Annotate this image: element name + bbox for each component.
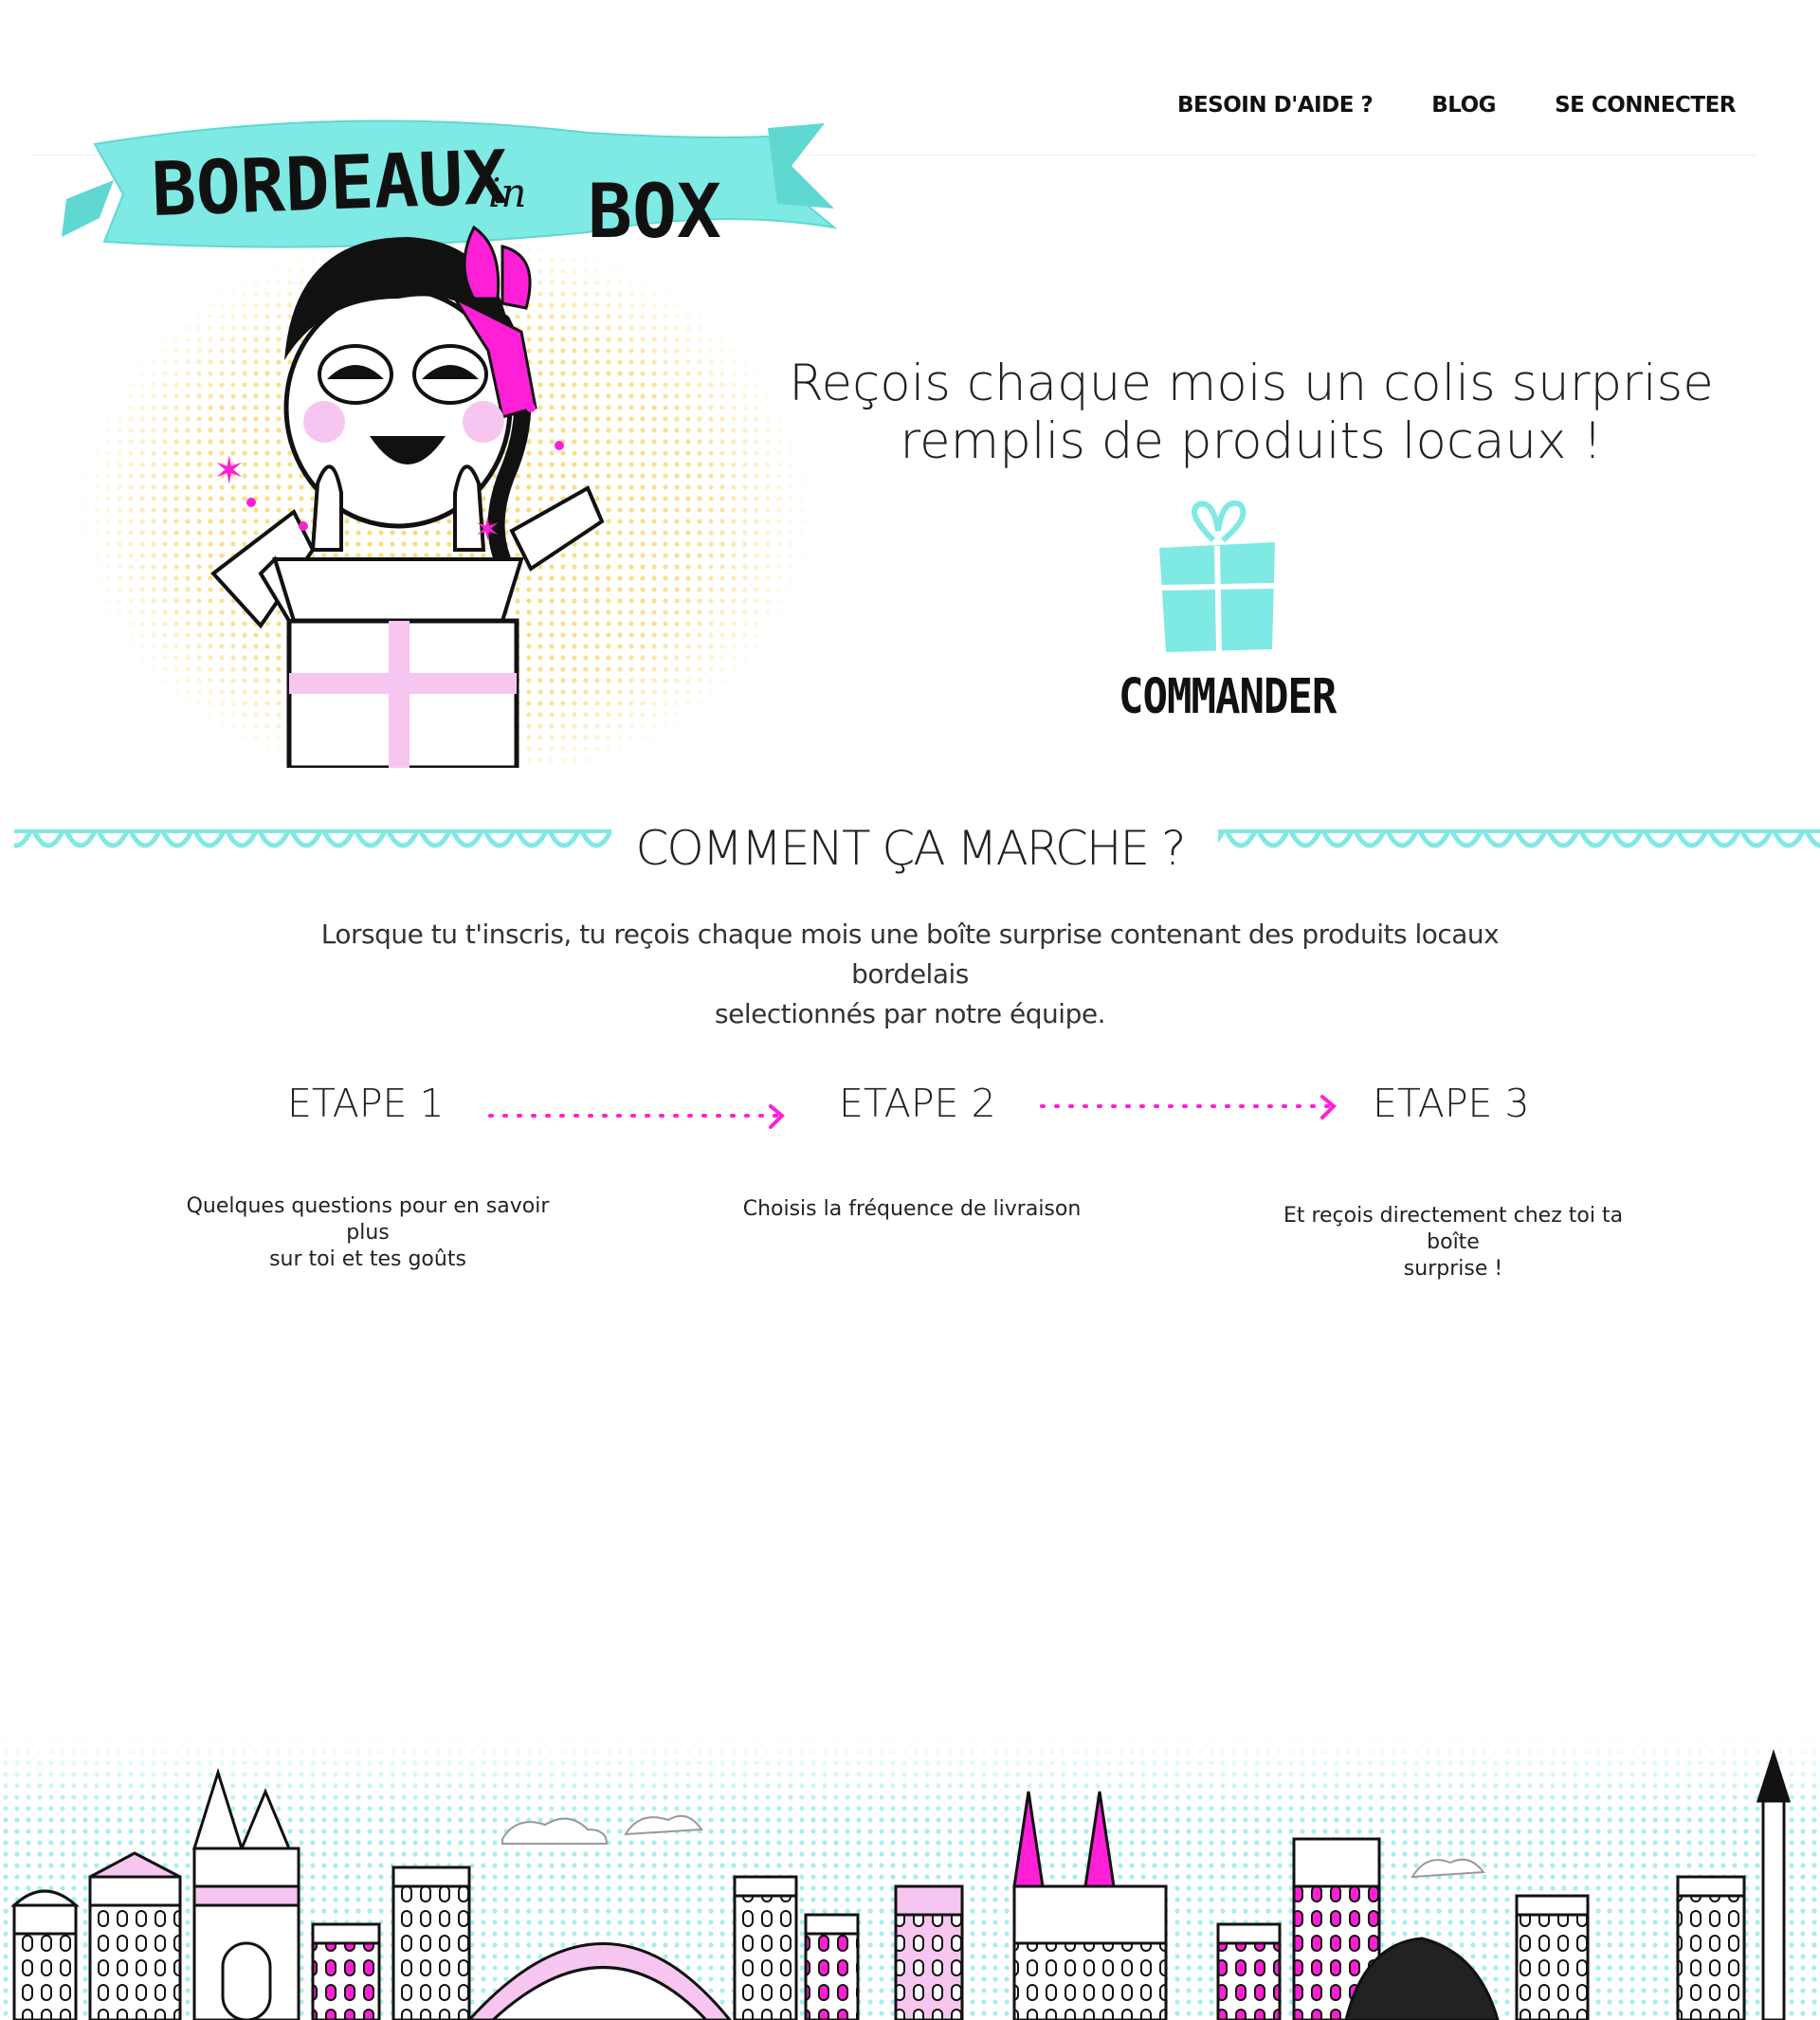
hero-tagline: Reçois chaque mois un colis surprise rem… [777, 355, 1725, 470]
tagline-line-1: Reçois chaque mois un colis surprise [789, 355, 1714, 412]
step-3-description: Et reçois directement chez toi ta boîte … [1254, 1203, 1652, 1283]
how-it-works-header: COMMENT ÇA MARCHE ? [0, 810, 1820, 886]
bordeaux-skyline-illustration [0, 1735, 1820, 2020]
hero-illustration: BORDEAUX in BOX ✶ ✶ [62, 119, 838, 768]
nav-help-link[interactable]: BESOIN D'AIDE ? [1177, 93, 1374, 118]
step-1-desc-line-2: sur toi et tes goûts [269, 1247, 466, 1271]
step-3-desc-line-1: Et reçois directement chez toi ta boîte [1283, 1204, 1624, 1254]
gift-icon [1159, 500, 1275, 653]
svg-text:✶: ✶ [474, 511, 501, 549]
brand-logo[interactable]: BORDEAUX in BOX [62, 119, 838, 256]
intro-line-1: Lorsque tu t'inscris, tu reçois chaque m… [320, 919, 1500, 990]
step-1-arrow-icon [488, 1104, 785, 1129]
intro-line-2: selectionnés par notre équipe. [715, 998, 1105, 1029]
step-2-desc-line-1: Choisis la fréquence de livraison [742, 1197, 1082, 1221]
how-it-works-intro: Lorsque tu t'inscris, tu reçois chaque m… [265, 915, 1555, 1034]
step-2-description: Choisis la fréquence de livraison [713, 1196, 1111, 1223]
svg-text:✶: ✶ [213, 449, 246, 493]
logo-word-box: BOX [588, 170, 721, 255]
tagline-line-2: remplis de produits locaux ! [900, 412, 1603, 470]
nav-blog-link[interactable]: BLOG [1431, 93, 1496, 118]
step-3-desc-line-2: surprise ! [1403, 1257, 1503, 1281]
logo-word-in: in [488, 170, 526, 216]
logo-word-bordeaux: BORDEAUX [150, 136, 509, 233]
step-1-title: ETAPE 1 [287, 1081, 445, 1126]
how-it-works-title: COMMENT ÇA MARCHE ? [635, 821, 1186, 876]
order-label: COMMANDER [1119, 669, 1337, 725]
step-1-description: Quelques questions pour en savoir plus s… [169, 1193, 567, 1273]
step-3-title: ETAPE 3 [1373, 1081, 1530, 1126]
order-button[interactable]: COMMANDER [1119, 493, 1337, 730]
nav-login-link[interactable]: SE CONNECTER [1555, 93, 1736, 118]
main-nav: BESOIN D'AIDE ? BLOG SE CONNECTER [1177, 93, 1737, 118]
step-2-title: ETAPE 2 [839, 1081, 996, 1126]
step-2-arrow-icon [1040, 1095, 1337, 1119]
step-1-desc-line-1: Quelques questions pour en savoir plus [186, 1194, 550, 1245]
